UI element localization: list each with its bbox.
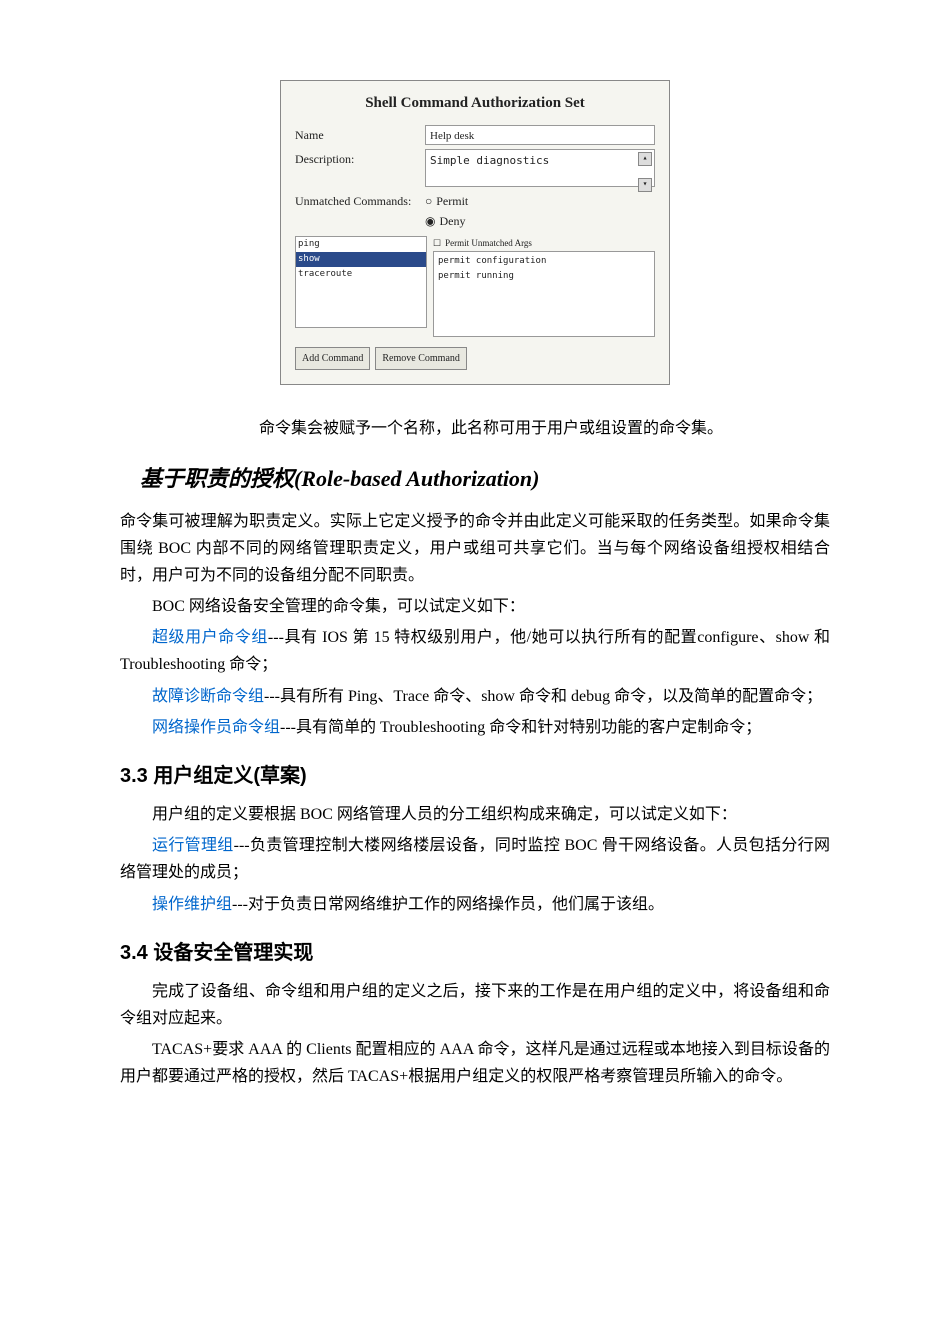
figure-caption: 命令集会被赋予一个名称，此名称可用于用户或组设置的命令集。 (120, 415, 830, 442)
checkbox-label: Permit Unmatched Args (445, 238, 532, 248)
body-text: 网络操作员命令组---具有简单的 Troubleshooting 命令和针对特别… (120, 714, 830, 741)
dialog-title: Shell Command Authorization Set (295, 91, 655, 117)
list-item[interactable]: ping (296, 237, 426, 252)
args-box[interactable]: permit configuration permit running (433, 251, 655, 337)
body-text: 完成了设备组、命令组和用户组的定义之后，接下来的工作是在用户组的定义中，将设备组… (120, 978, 830, 1032)
body-text: 超级用户命令组---具有 IOS 第 15 特权级别用户，他/她可以执行所有的配… (120, 624, 830, 678)
radio-deny[interactable]: ◉ (425, 214, 435, 228)
term-run-group: 运行管理组 (152, 837, 234, 854)
body-text: 操作维护组---对于负责日常网络维护工作的网络操作员，他们属于该组。 (120, 891, 830, 918)
scroll-down-icon[interactable]: ▾ (638, 178, 652, 192)
heading-role-based: 基于职责的授权(Role-based Authorization) (140, 460, 830, 497)
checkbox-unmatched-args[interactable]: ☐ (433, 238, 441, 248)
description-field[interactable]: Simple diagnostics ▴ ▾ (425, 149, 655, 187)
label-name: Name (295, 125, 425, 145)
heading-3-3: 3.3 用户组定义(草案) (120, 759, 830, 793)
radio-permit[interactable]: ○ (425, 194, 432, 208)
scrollbar[interactable]: ▴ ▾ (638, 152, 650, 192)
description-value: Simple diagnostics (430, 154, 549, 167)
dialog-box: Shell Command Authorization Set Name Hel… (280, 80, 670, 385)
args-line: permit configuration (438, 254, 650, 269)
term-oper: 网络操作员命令组 (152, 719, 280, 736)
unmatched-radios: ○ Permit ◉ Deny (425, 191, 468, 232)
remove-command-button[interactable]: Remove Command (375, 347, 467, 370)
list-item[interactable]: show (296, 252, 426, 267)
figure-shell-cmd-auth: Shell Command Authorization Set Name Hel… (120, 80, 830, 385)
term-maint-group: 操作维护组 (152, 896, 232, 913)
body-text: TACAS+要求 AAA 的 Clients 配置相应的 AAA 命令，这样凡是… (120, 1036, 830, 1090)
body-text: BOC 网络设备安全管理的命令集，可以试定义如下： (120, 593, 830, 620)
heading-3-4: 3.4 设备安全管理实现 (120, 936, 830, 970)
radio-permit-label: Permit (436, 194, 468, 208)
term-super-user: 超级用户命令组 (152, 629, 268, 646)
scroll-up-icon[interactable]: ▴ (638, 152, 652, 166)
radio-deny-label: Deny (439, 214, 465, 228)
add-command-button[interactable]: Add Command (295, 347, 370, 370)
body-text: 用户组的定义要根据 BOC 网络管理人员的分工组织构成来确定，可以试定义如下： (120, 801, 830, 828)
label-description: Description: (295, 149, 425, 169)
label-unmatched: Unmatched Commands: (295, 191, 425, 211)
list-item[interactable]: traceroute (296, 267, 426, 282)
body-text: 运行管理组---负责管理控制大楼网络楼层设备，同时监控 BOC 骨干网络设备。人… (120, 832, 830, 886)
command-list[interactable]: ping show traceroute (295, 236, 427, 328)
body-text: 命令集可被理解为职责定义。实际上它定义授予的命令并由此定义可能采取的任务类型。如… (120, 508, 830, 590)
term-diag: 故障诊断命令组 (152, 688, 264, 705)
args-line: permit running (438, 269, 650, 284)
name-field[interactable]: Help desk (425, 125, 655, 145)
body-text: 故障诊断命令组---具有所有 Ping、Trace 命令、show 命令和 de… (120, 683, 830, 710)
